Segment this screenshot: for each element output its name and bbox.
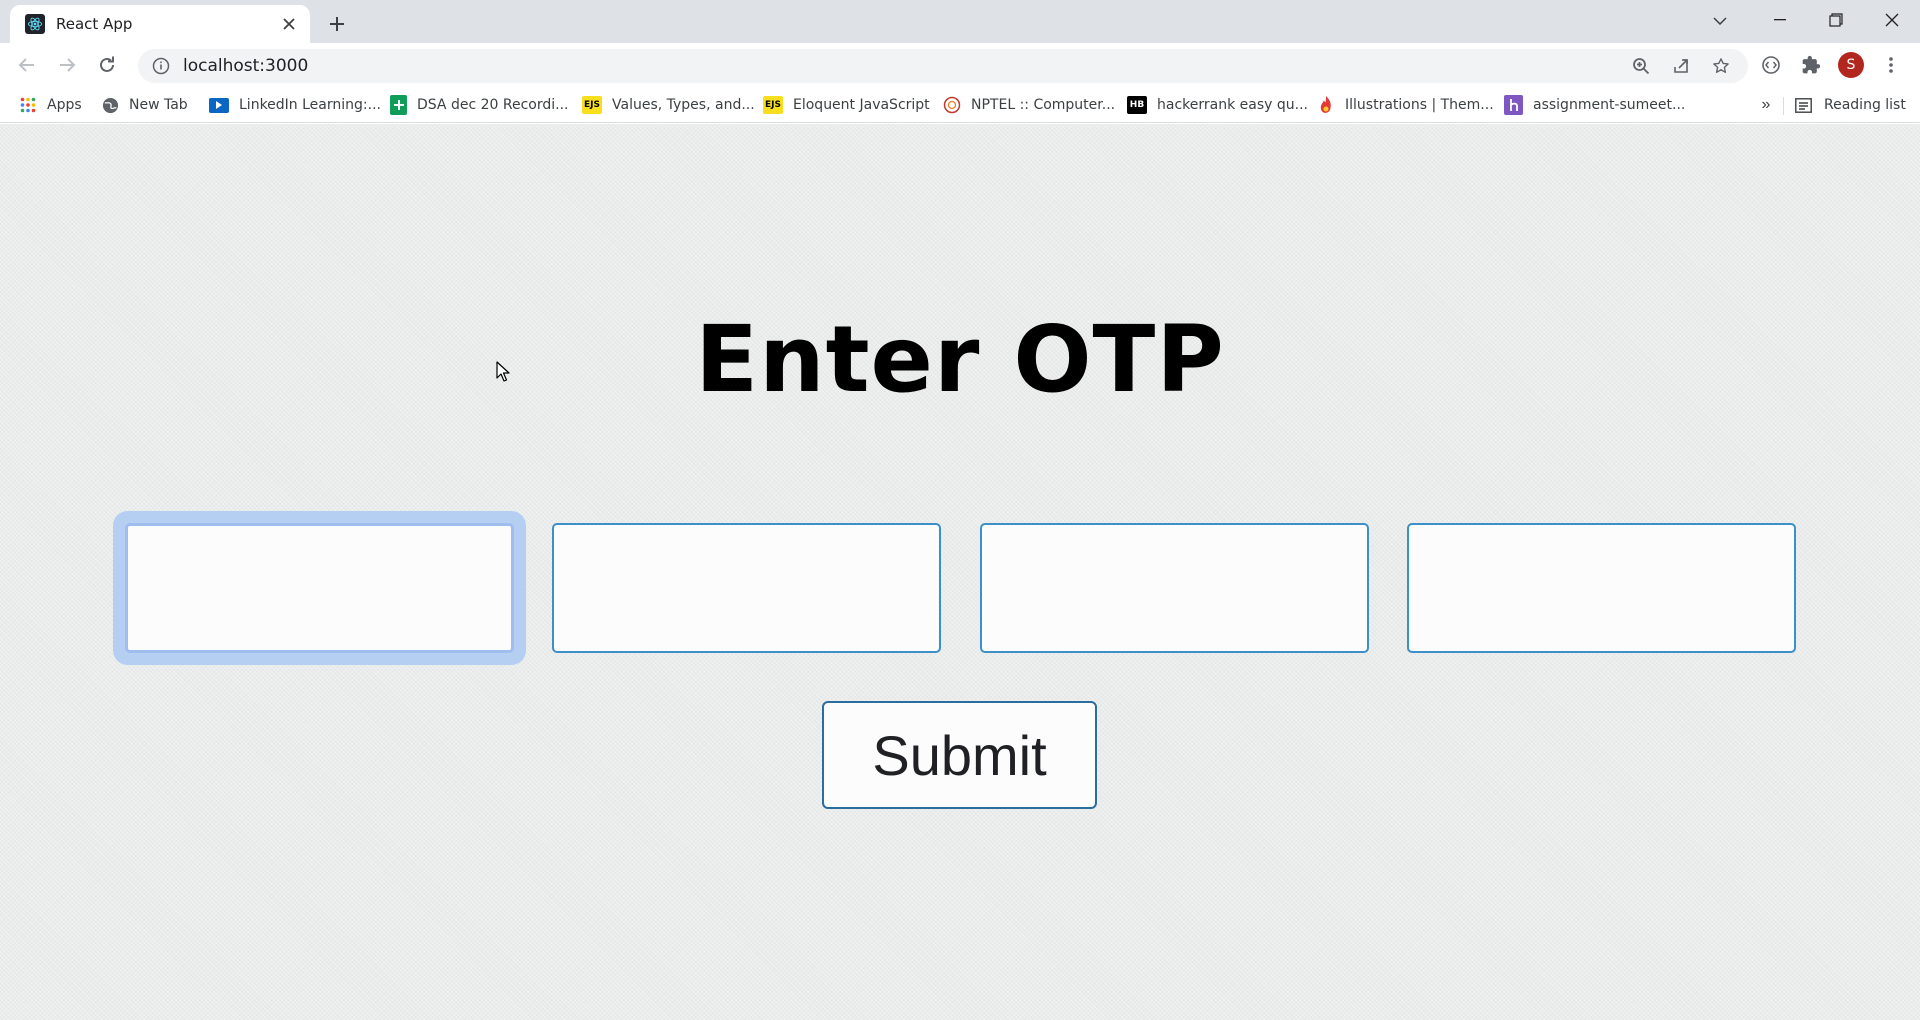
address-bar[interactable]: localhost:3000: [138, 49, 1748, 83]
tab-strip: React App: [0, 0, 1920, 43]
mouse-cursor-icon: [496, 361, 510, 382]
profile-avatar[interactable]: S: [1836, 50, 1866, 80]
otp-input-3[interactable]: [980, 523, 1369, 653]
bookmark-nptel[interactable]: NPTEL :: Computer...: [943, 93, 1115, 117]
page-content: Enter OTP Submit: [0, 124, 1920, 1020]
browser-tab[interactable]: React App: [10, 5, 310, 43]
bookmark-hackerrank[interactable]: HB hackerrank easy qu...: [1127, 93, 1308, 117]
back-arrow-icon[interactable]: [12, 50, 42, 80]
heroku-icon: [1504, 95, 1523, 115]
linkedin-learning-icon: [209, 97, 229, 113]
url-text[interactable]: localhost:3000: [183, 56, 308, 76]
bookmark-illustrations[interactable]: Illustrations | Them...: [1317, 93, 1494, 117]
restore-icon[interactable]: [1808, 0, 1864, 40]
bookmark-assignment[interactable]: assignment-sumeet...: [1504, 93, 1685, 117]
zoom-icon[interactable]: [1628, 54, 1654, 78]
bookmark-linkedin-learning[interactable]: LinkedIn Learning:...: [209, 93, 381, 117]
minimize-icon[interactable]: [1752, 0, 1808, 40]
bookmark-star-icon[interactable]: [1708, 54, 1734, 78]
page-heading: Enter OTP: [695, 306, 1225, 413]
bookmark-dsa-recordings[interactable]: DSA dec 20 Recordi...: [390, 93, 568, 117]
apps-grid-icon: [19, 96, 37, 114]
close-window-icon[interactable]: [1864, 0, 1920, 40]
site-info-icon[interactable]: [152, 57, 170, 75]
extensions-puzzle-icon[interactable]: [1796, 50, 1826, 80]
sheets-icon: [390, 95, 407, 115]
bookmarks-overflow-button[interactable]: »: [1754, 93, 1778, 117]
ejs-icon: EJS: [763, 96, 783, 114]
reload-icon[interactable]: [92, 50, 122, 80]
illustrations-icon: [1317, 96, 1335, 114]
browser-toolbar: localhost:3000 S: [0, 43, 1920, 87]
bookmark-new-tab[interactable]: New Tab: [101, 93, 188, 117]
more-menu-icon[interactable]: [1876, 50, 1906, 80]
reading-list-icon: [1795, 97, 1812, 113]
bookmarks-bar: Apps New Tab LinkedIn Learning:... DSA d…: [0, 87, 1920, 123]
new-tab-icon[interactable]: [322, 9, 352, 39]
globe-icon: [101, 96, 119, 114]
reading-list-button[interactable]: Reading list: [1795, 93, 1906, 117]
ejs-icon: EJS: [582, 96, 602, 114]
forward-arrow-icon[interactable]: [52, 50, 82, 80]
bookmark-eloquent-js[interactable]: EJS Eloquent JavaScript: [763, 93, 930, 117]
bookmark-apps[interactable]: Apps: [19, 93, 82, 117]
hackerrank-icon: HB: [1127, 96, 1147, 114]
otp-input-2[interactable]: [552, 523, 941, 653]
extension-code-icon[interactable]: [1756, 50, 1786, 80]
submit-button[interactable]: Submit: [822, 701, 1097, 809]
otp-input-group: [0, 523, 1920, 653]
react-icon: [25, 14, 45, 34]
bookmark-values-types[interactable]: EJS Values, Types, and...: [582, 93, 755, 117]
bookmarks-divider: [1783, 97, 1784, 115]
nptel-icon: [943, 96, 961, 114]
tab-search-chevron-icon[interactable]: [1700, 6, 1740, 36]
share-icon[interactable]: [1668, 54, 1694, 78]
otp-input-4[interactable]: [1407, 523, 1796, 653]
tab-title: React App: [56, 15, 133, 33]
otp-input-1[interactable]: [125, 523, 514, 653]
close-tab-icon[interactable]: [276, 11, 302, 37]
